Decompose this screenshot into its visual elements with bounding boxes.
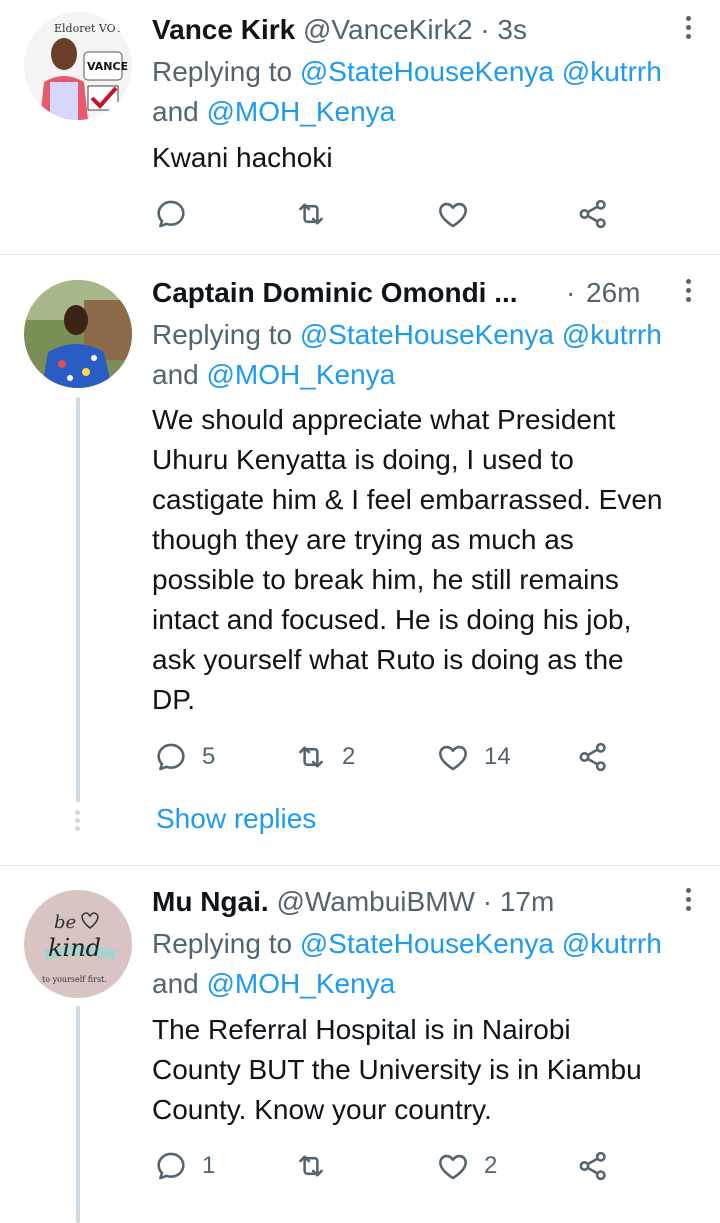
author-handle[interactable]: @WambuiBMW bbox=[276, 886, 475, 917]
mention-statehousekenya[interactable]: @StateHouseKenya bbox=[300, 56, 554, 87]
replying-to-and: and bbox=[152, 359, 207, 390]
retweet-button[interactable] bbox=[294, 1146, 342, 1186]
more-options-icon[interactable] bbox=[686, 888, 696, 915]
retweet-icon bbox=[299, 746, 323, 768]
like-button[interactable]: 14 bbox=[436, 737, 511, 777]
svg-text:VANCE: VANCE bbox=[87, 60, 128, 73]
like-button[interactable]: 2 bbox=[436, 1146, 497, 1186]
action-bar bbox=[152, 194, 632, 234]
mention-kutrrh[interactable]: @kutrrh bbox=[562, 56, 662, 87]
mention-statehousekenya[interactable]: @StateHouseKenya bbox=[300, 319, 554, 350]
share-icon bbox=[579, 199, 606, 229]
mention-moh-kenya[interactable]: @MOH_Kenya bbox=[207, 96, 396, 127]
share-button[interactable] bbox=[576, 1146, 610, 1186]
share-button[interactable] bbox=[576, 737, 610, 777]
reply-button[interactable] bbox=[154, 194, 202, 234]
author-name[interactable]: Captain Dominic Omondi ... bbox=[152, 277, 518, 308]
replying-to: Replying to @StateHouseKenya @kutrrh and… bbox=[152, 52, 702, 132]
tweet-text-line: DP. bbox=[152, 684, 196, 715]
replying-to-label: Replying to bbox=[152, 56, 300, 87]
separator-dot: · bbox=[482, 886, 493, 917]
timestamp[interactable]: 26m bbox=[586, 275, 640, 311]
like-count: 14 bbox=[484, 743, 511, 770]
replying-to: Replying to @StateHouseKenya @kutrrh and… bbox=[152, 315, 702, 395]
like-button[interactable] bbox=[436, 194, 484, 234]
thread-line bbox=[76, 1006, 80, 1223]
tweet-text-line: ask yourself what Ruto is doing as the bbox=[152, 644, 624, 675]
tweet-text-line: County BUT the University is in Kiambu bbox=[152, 1054, 642, 1085]
tweet-text-line: Uhuru Kenyatta is doing, I used to bbox=[152, 444, 574, 475]
retweet-icon bbox=[299, 203, 323, 225]
timestamp[interactable]: 3s bbox=[497, 14, 527, 45]
replying-to: Replying to @StateHouseKenya @kutrrh and… bbox=[152, 924, 702, 1004]
tweet-text-line: though they are trying as much as bbox=[152, 524, 574, 555]
heart-icon bbox=[439, 202, 467, 228]
mention-moh-kenya[interactable]: @MOH_Kenya bbox=[207, 968, 396, 999]
avatar[interactable]: Eldoret VOT VANCE bbox=[24, 12, 132, 120]
heart-icon bbox=[439, 1154, 467, 1180]
tweet-vance-kirk[interactable]: Eldoret VOT VANCE Vance Kirk @VanceKirk2… bbox=[0, 0, 720, 254]
avatar-be-kind: be kind to yourself first. bbox=[24, 890, 132, 998]
reply-button[interactable]: 5 bbox=[154, 737, 215, 777]
replying-to-label: Replying to bbox=[152, 928, 300, 959]
svg-text:Eldoret VOT: Eldoret VOT bbox=[54, 22, 124, 35]
retweet-button[interactable]: 2 bbox=[294, 737, 355, 777]
action-bar: 1 2 bbox=[152, 1146, 632, 1186]
tweet-text: Kwani hachoki bbox=[152, 142, 333, 173]
action-bar: 5 2 14 bbox=[152, 737, 632, 777]
avatar[interactable] bbox=[24, 280, 132, 388]
tweet-text: We should appreciate what President Uhur… bbox=[152, 400, 702, 720]
mention-kutrrh[interactable]: @kutrrh bbox=[562, 319, 662, 350]
separator-dot: · bbox=[480, 14, 490, 45]
share-button[interactable] bbox=[576, 194, 610, 234]
tweet-header: Captain Dominic Omondi ... · 26m bbox=[152, 275, 696, 311]
mention-statehousekenya[interactable]: @StateHouseKenya bbox=[300, 928, 554, 959]
svg-text:to yourself first.: to yourself first. bbox=[42, 975, 107, 984]
author-name[interactable]: Mu Ngai. bbox=[152, 886, 269, 917]
reply-count: 1 bbox=[202, 1152, 216, 1179]
tweet-text-line: possible to break him, he still remains bbox=[152, 564, 619, 595]
like-count: 2 bbox=[484, 1152, 498, 1179]
mention-kutrrh[interactable]: @kutrrh bbox=[562, 928, 662, 959]
reply-button[interactable]: 1 bbox=[154, 1146, 215, 1186]
replying-to-and: and bbox=[152, 968, 207, 999]
timestamp[interactable]: 17m bbox=[500, 886, 554, 917]
tweet-header: Vance Kirk @VanceKirk2 · 3s bbox=[152, 12, 696, 48]
reply-count: 5 bbox=[202, 743, 216, 770]
retweet-count: 2 bbox=[342, 743, 356, 770]
retweet-icon bbox=[299, 1155, 323, 1177]
avatar-vance-kirk-campaign-poster: Eldoret VOT VANCE bbox=[24, 12, 132, 120]
show-replies-link[interactable]: Show replies bbox=[156, 803, 316, 835]
share-icon bbox=[579, 1151, 606, 1181]
tweet-text-line: County. Know your country. bbox=[152, 1094, 492, 1125]
author-handle[interactable]: @VanceKirk2 bbox=[303, 14, 473, 45]
heart-icon bbox=[439, 745, 467, 771]
author-name[interactable]: Vance Kirk bbox=[152, 14, 295, 45]
tweet-text-line: We should appreciate what President bbox=[152, 404, 616, 435]
svg-text:kind: kind bbox=[48, 934, 101, 962]
replying-to-and: and bbox=[152, 96, 207, 127]
reply-icon bbox=[157, 1152, 185, 1180]
thread-line bbox=[76, 397, 80, 802]
tweet-text-line: castigate him & I feel embarrassed. Even bbox=[152, 484, 663, 515]
mention-moh-kenya[interactable]: @MOH_Kenya bbox=[207, 359, 396, 390]
tweet-header: Mu Ngai. @WambuiBMW · 17m bbox=[152, 884, 696, 920]
reply-icon bbox=[157, 200, 185, 228]
more-options-icon[interactable] bbox=[686, 279, 696, 306]
tweet-text-line: intact and focused. He is doing his job, bbox=[152, 604, 632, 635]
avatar[interactable]: be kind to yourself first. bbox=[24, 890, 132, 998]
share-icon bbox=[579, 742, 606, 772]
tweet-mu-ngai[interactable]: be kind to yourself first. Mu Ngai. @Wam… bbox=[0, 866, 720, 1223]
replying-to-label: Replying to bbox=[152, 319, 300, 350]
thread-dots bbox=[75, 810, 81, 834]
retweet-button[interactable] bbox=[294, 194, 342, 234]
tweet-text: The Referral Hospital is in Nairobi Coun… bbox=[152, 1010, 702, 1130]
svg-text:be: be bbox=[54, 912, 76, 933]
tweet-captain-dominic-omondi[interactable]: Captain Dominic Omondi ... · 26m Replyin… bbox=[0, 255, 720, 865]
separator-dot: · bbox=[566, 277, 576, 308]
tweet-text-line: The Referral Hospital is in Nairobi bbox=[152, 1014, 571, 1045]
reply-icon bbox=[157, 743, 185, 771]
avatar-man-blue-shirt bbox=[24, 280, 132, 388]
more-options-icon[interactable] bbox=[686, 16, 696, 43]
